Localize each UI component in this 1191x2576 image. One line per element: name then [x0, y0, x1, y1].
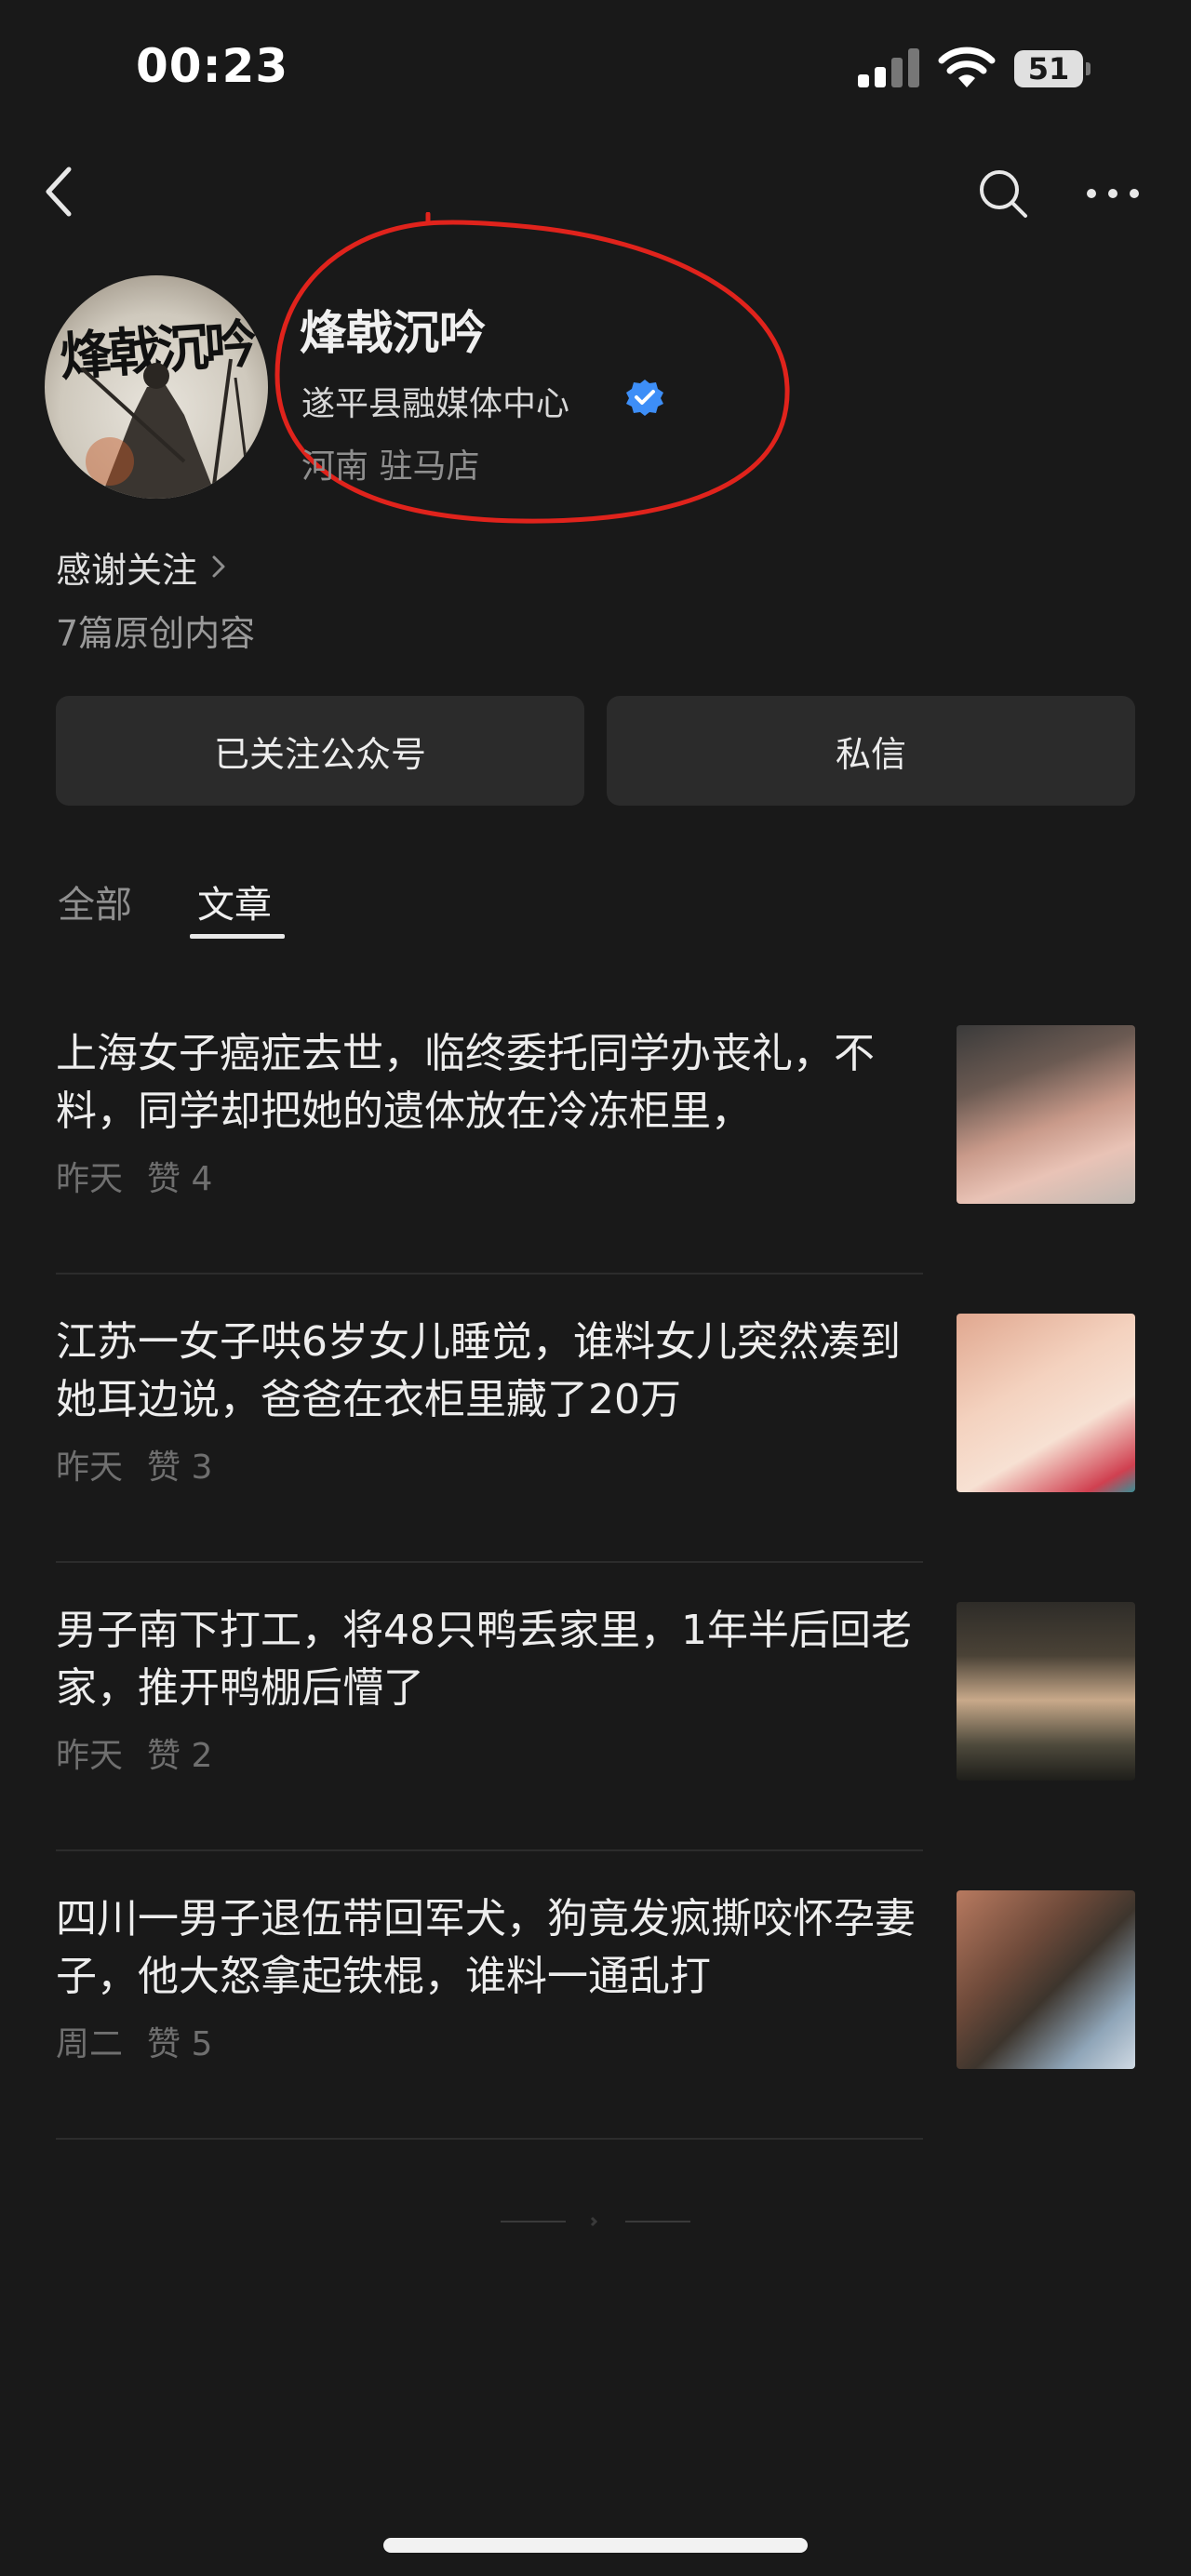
wifi-icon [938, 47, 996, 87]
divider [56, 1849, 923, 1851]
followers-label: 感谢关注 [56, 549, 198, 591]
article-meta: 昨天 赞 2 [56, 1728, 212, 1777]
article-thumbnail [957, 1602, 1135, 1781]
article-item[interactable]: 四川一男子退伍带回军犬，狗竟发疯撕咬怀孕妻子，他大怒拿起铁棍，谁料一通乱打 周二… [56, 1853, 1135, 2142]
tab-all[interactable]: 全部 [58, 874, 132, 928]
avatar[interactable]: 烽戟沉吟 [45, 275, 268, 499]
search-icon[interactable] [977, 167, 1029, 220]
article-thumbnail [957, 1025, 1135, 1204]
original-content-count: 7篇原创内容 [56, 613, 256, 654]
followed-account-button[interactable]: 已关注公众号 [56, 696, 584, 806]
account-name: 烽戟沉吟 [300, 306, 486, 360]
article-likes: 赞 5 [147, 2025, 213, 2063]
article-date: 昨天 [56, 1160, 124, 1198]
divider [56, 1561, 923, 1563]
article-date: 周二 [56, 2025, 124, 2063]
divider [56, 1273, 923, 1275]
article-likes: 赞 4 [147, 1160, 213, 1198]
article-meta: 昨天 赞 3 [56, 1440, 212, 1488]
divider [56, 2138, 923, 2140]
article-date: 昨天 [56, 1448, 124, 1487]
tab-articles[interactable]: 文章 [197, 874, 272, 928]
article-likes: 赞 3 [147, 1448, 213, 1487]
article-meta: 昨天 赞 4 [56, 1152, 212, 1200]
article-item[interactable]: 江苏一女子哄6岁女儿睡觉，谁料女儿突然凑到她耳边说，爸爸在衣柜里藏了20万 昨天… [56, 1276, 1135, 1565]
article-title: 四川一男子退伍带回军犬，狗竟发疯撕咬怀孕妻子，他大怒拿起铁棍，谁料一通乱打 [56, 1895, 916, 2000]
status-bar: 00:23 51 [0, 0, 1191, 140]
warrior-illustration [80, 358, 251, 499]
back-icon[interactable] [41, 164, 78, 220]
home-indicator[interactable] [383, 2538, 808, 2553]
article-thumbnail [957, 1890, 1135, 2069]
battery-icon: 51 [1014, 50, 1091, 87]
article-likes: 赞 2 [147, 1737, 213, 1775]
article-title: 男子南下打工，将48只鸭丢家里，1年半后回老家，推开鸭棚后懵了 [56, 1607, 912, 1712]
article-title: 上海女子癌症去世，临终委托同学办丧礼，不料，同学却把她的遗体放在冷冻柜里， [56, 1030, 875, 1135]
article-meta: 周二 赞 5 [56, 2017, 212, 2065]
account-organization: 遂平县融媒体中心 [301, 385, 570, 423]
article-thumbnail [957, 1314, 1135, 1492]
end-of-list-icon [501, 2216, 690, 2227]
status-time: 00:23 [136, 39, 289, 93]
account-region: 河南 驻马店 [301, 447, 480, 486]
message-button[interactable]: 私信 [607, 696, 1135, 806]
active-tab-indicator [190, 934, 285, 939]
verified-icon [626, 380, 663, 416]
more-icon[interactable] [1085, 182, 1141, 205]
article-item[interactable]: 男子南下打工，将48只鸭丢家里，1年半后回老家，推开鸭棚后懵了 昨天 赞 2 [56, 1565, 1135, 1853]
article-item[interactable]: 上海女子癌症去世，临终委托同学办丧礼，不料，同学却把她的遗体放在冷冻柜里， 昨天… [56, 988, 1135, 1276]
chevron-right-icon [212, 555, 225, 578]
cellular-signal-icon [858, 48, 919, 87]
article-date: 昨天 [56, 1737, 124, 1775]
battery-level: 51 [1027, 51, 1070, 87]
followers-link[interactable]: 感谢关注 [56, 543, 227, 591]
article-title: 江苏一女子哄6岁女儿睡觉，谁料女儿突然凑到她耳边说，爸爸在衣柜里藏了20万 [56, 1318, 901, 1423]
